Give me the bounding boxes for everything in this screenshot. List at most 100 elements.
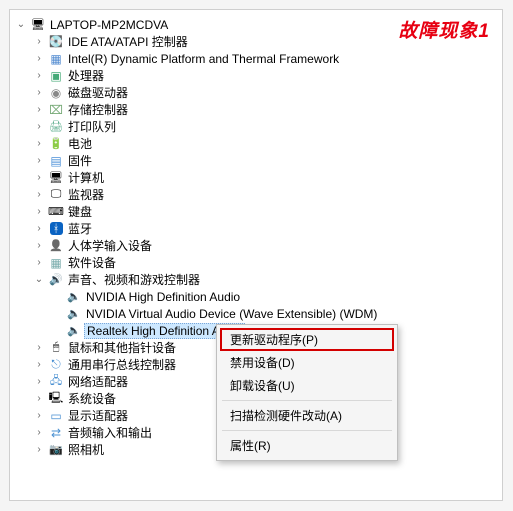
expander-icon[interactable]: › <box>32 223 46 234</box>
batt-icon <box>48 136 64 152</box>
context-menu-item[interactable]: 更新驱动程序(P) <box>220 328 394 351</box>
tree-node-13[interactable]: › 软件设备 <box>14 254 498 271</box>
printq-icon <box>48 119 64 135</box>
expander-icon[interactable]: › <box>32 444 46 455</box>
tree-node-label: 电池 <box>66 135 94 152</box>
net-icon <box>48 374 64 390</box>
tree-node-12[interactable]: › 人体学输入设备 <box>14 237 498 254</box>
tree-node-label: 显示适配器 <box>66 407 130 424</box>
expander-icon[interactable]: › <box>32 70 46 81</box>
expander-icon[interactable]: › <box>32 376 46 387</box>
tree-node-label: 处理器 <box>66 67 106 84</box>
expander-icon[interactable]: › <box>32 155 46 166</box>
spk-icon <box>66 323 82 339</box>
device-manager-panel: 故障现象1 ⌄LAPTOP-MP2MCDVA›IDE ATA/ATAPI 控制器… <box>9 9 503 501</box>
usb-icon <box>48 357 64 373</box>
spk-icon <box>66 289 82 305</box>
expander-icon[interactable]: › <box>32 342 46 353</box>
kbd-icon <box>48 204 64 220</box>
mouse-icon <box>48 340 64 356</box>
context-menu-separator <box>222 400 392 401</box>
tree-node-10[interactable]: › 键盘 <box>14 203 498 220</box>
tree-node-label: 声音、视频和游戏控制器 <box>66 271 202 288</box>
expander-icon[interactable]: › <box>32 87 46 98</box>
context-menu-item[interactable]: 禁用设备(D) <box>220 351 394 374</box>
tree-node-label: 键盘 <box>66 203 94 220</box>
tree-node-8[interactable]: › 计算机 <box>14 169 498 186</box>
tree-node-6[interactable]: › 电池 <box>14 135 498 152</box>
tree-node-label: 音频输入和输出 <box>66 424 154 441</box>
tree-node-label: NVIDIA Virtual Audio Device (Wave Extens… <box>84 307 379 321</box>
context-menu-item[interactable]: 扫描检测硬件改动(A) <box>220 404 394 427</box>
context-menu: 更新驱动程序(P)禁用设备(D)卸载设备(U) 扫描检测硬件改动(A) 属性(R) <box>216 324 398 461</box>
expander-icon[interactable]: › <box>32 257 46 268</box>
tree-node-label: 计算机 <box>66 169 106 186</box>
tree-node-label: 存储控制器 <box>66 101 130 118</box>
expander-icon[interactable]: › <box>32 359 46 370</box>
tree-node-label: 蓝牙 <box>66 220 94 237</box>
tree-node-label: 软件设备 <box>66 254 118 271</box>
tree-node-4[interactable]: › 存储控制器 <box>14 101 498 118</box>
mon-icon <box>48 187 64 203</box>
expander-icon[interactable]: › <box>32 53 46 64</box>
tree-node-5[interactable]: › 打印队列 <box>14 118 498 135</box>
soft-icon <box>48 255 64 271</box>
expander-icon[interactable]: ⌄ <box>14 19 28 30</box>
tree-node-label: NVIDIA High Definition Audio <box>84 290 242 304</box>
expander-icon[interactable]: › <box>32 206 46 217</box>
tree-node-1[interactable]: › Intel(R) Dynamic Platform and Thermal F… <box>14 50 498 67</box>
tree-node-11[interactable]: › 蓝牙 <box>14 220 498 237</box>
expander-icon[interactable]: › <box>32 240 46 251</box>
expander-icon[interactable]: › <box>32 121 46 132</box>
comp-icon <box>48 170 64 186</box>
tree-node-label: 监视器 <box>66 186 106 203</box>
tree-node-label: 打印队列 <box>66 118 118 135</box>
tree-node-label: 通用串行总线控制器 <box>66 356 178 373</box>
expander-icon[interactable]: › <box>32 36 46 47</box>
tree-node-7[interactable]: › 固件 <box>14 152 498 169</box>
disk-icon <box>48 102 64 118</box>
expander-icon[interactable]: › <box>32 427 46 438</box>
tree-node-2[interactable]: › 处理器 <box>14 67 498 84</box>
chip-icon <box>48 51 64 67</box>
tree-node-label: 人体学输入设备 <box>66 237 154 254</box>
tree-node-label: 固件 <box>66 152 94 169</box>
aio-icon <box>48 425 64 441</box>
context-menu-item[interactable]: 属性(R) <box>220 434 394 457</box>
annotation-badge: 故障现象1 <box>398 16 490 43</box>
tree-node-label: 照相机 <box>66 441 106 458</box>
tree-node-14[interactable]: ⌄ 声音、视频和游戏控制器 <box>14 271 498 288</box>
expander-icon[interactable]: ⌄ <box>32 274 46 285</box>
expander-icon[interactable]: › <box>32 138 46 149</box>
expander-icon[interactable]: › <box>32 410 46 421</box>
ide-icon <box>48 34 64 50</box>
tree-node-14-0[interactable]: NVIDIA High Definition Audio <box>14 288 498 305</box>
firm-icon <box>48 153 64 169</box>
tree-node-14-1[interactable]: NVIDIA Virtual Audio Device (Wave Extens… <box>14 305 498 322</box>
spk-icon <box>66 306 82 322</box>
pc-icon <box>30 17 46 33</box>
cam-icon <box>48 442 64 458</box>
tree-node-label: 鼠标和其他指针设备 <box>66 339 178 356</box>
bt-icon <box>48 221 64 237</box>
snd-icon <box>48 272 64 288</box>
tree-node-label: LAPTOP-MP2MCDVA <box>48 18 170 32</box>
expander-icon[interactable]: › <box>32 189 46 200</box>
tree-node-label: 系统设备 <box>66 390 118 407</box>
disp-icon <box>48 408 64 424</box>
expander-icon[interactable]: › <box>32 172 46 183</box>
hid-icon <box>48 238 64 254</box>
expander-icon[interactable]: › <box>32 393 46 404</box>
expander-icon[interactable]: › <box>32 104 46 115</box>
tree-node-3[interactable]: › 磁盘驱动器 <box>14 84 498 101</box>
sys-icon <box>48 391 64 407</box>
tree-node-label: 磁盘驱动器 <box>66 84 130 101</box>
cpu-icon <box>48 68 64 84</box>
disc-icon <box>48 85 64 101</box>
context-menu-separator <box>222 430 392 431</box>
tree-node-9[interactable]: › 监视器 <box>14 186 498 203</box>
tree-node-label: Intel(R) Dynamic Platform and Thermal Fr… <box>66 52 341 66</box>
tree-node-label: 网络适配器 <box>66 373 130 390</box>
context-menu-item[interactable]: 卸载设备(U) <box>220 374 394 397</box>
tree-node-label: IDE ATA/ATAPI 控制器 <box>66 33 190 50</box>
